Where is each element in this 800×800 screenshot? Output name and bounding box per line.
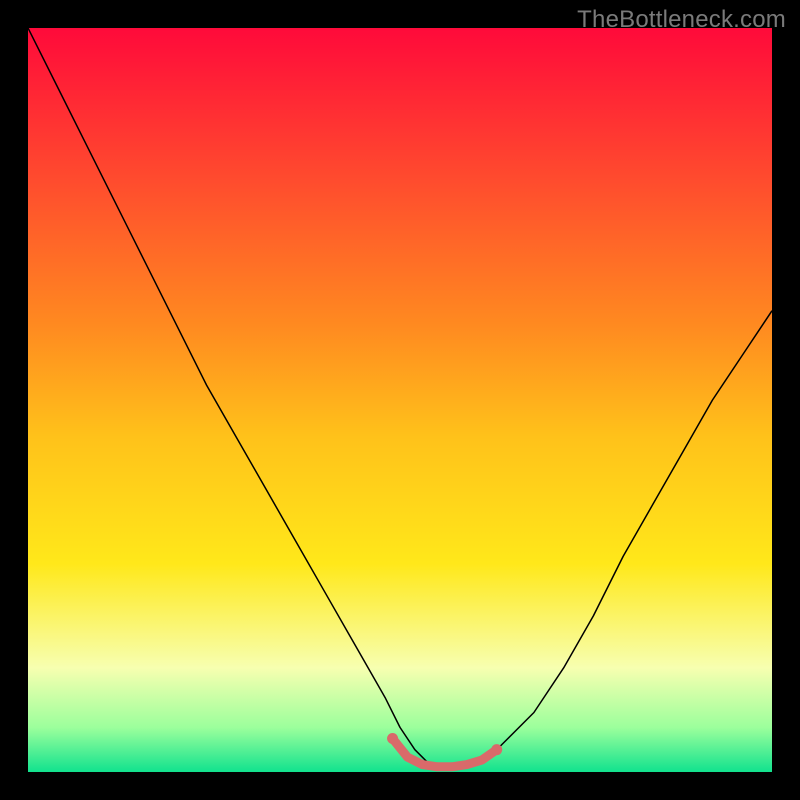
chart-frame: TheBottleneck.com <box>0 0 800 800</box>
background-rect <box>28 28 772 772</box>
chart-svg <box>28 28 772 772</box>
plot-area <box>28 28 772 772</box>
optimal-range-marker-endpoint <box>387 733 398 744</box>
watermark-text: TheBottleneck.com <box>577 6 786 34</box>
optimal-range-marker-endpoint <box>491 744 502 755</box>
